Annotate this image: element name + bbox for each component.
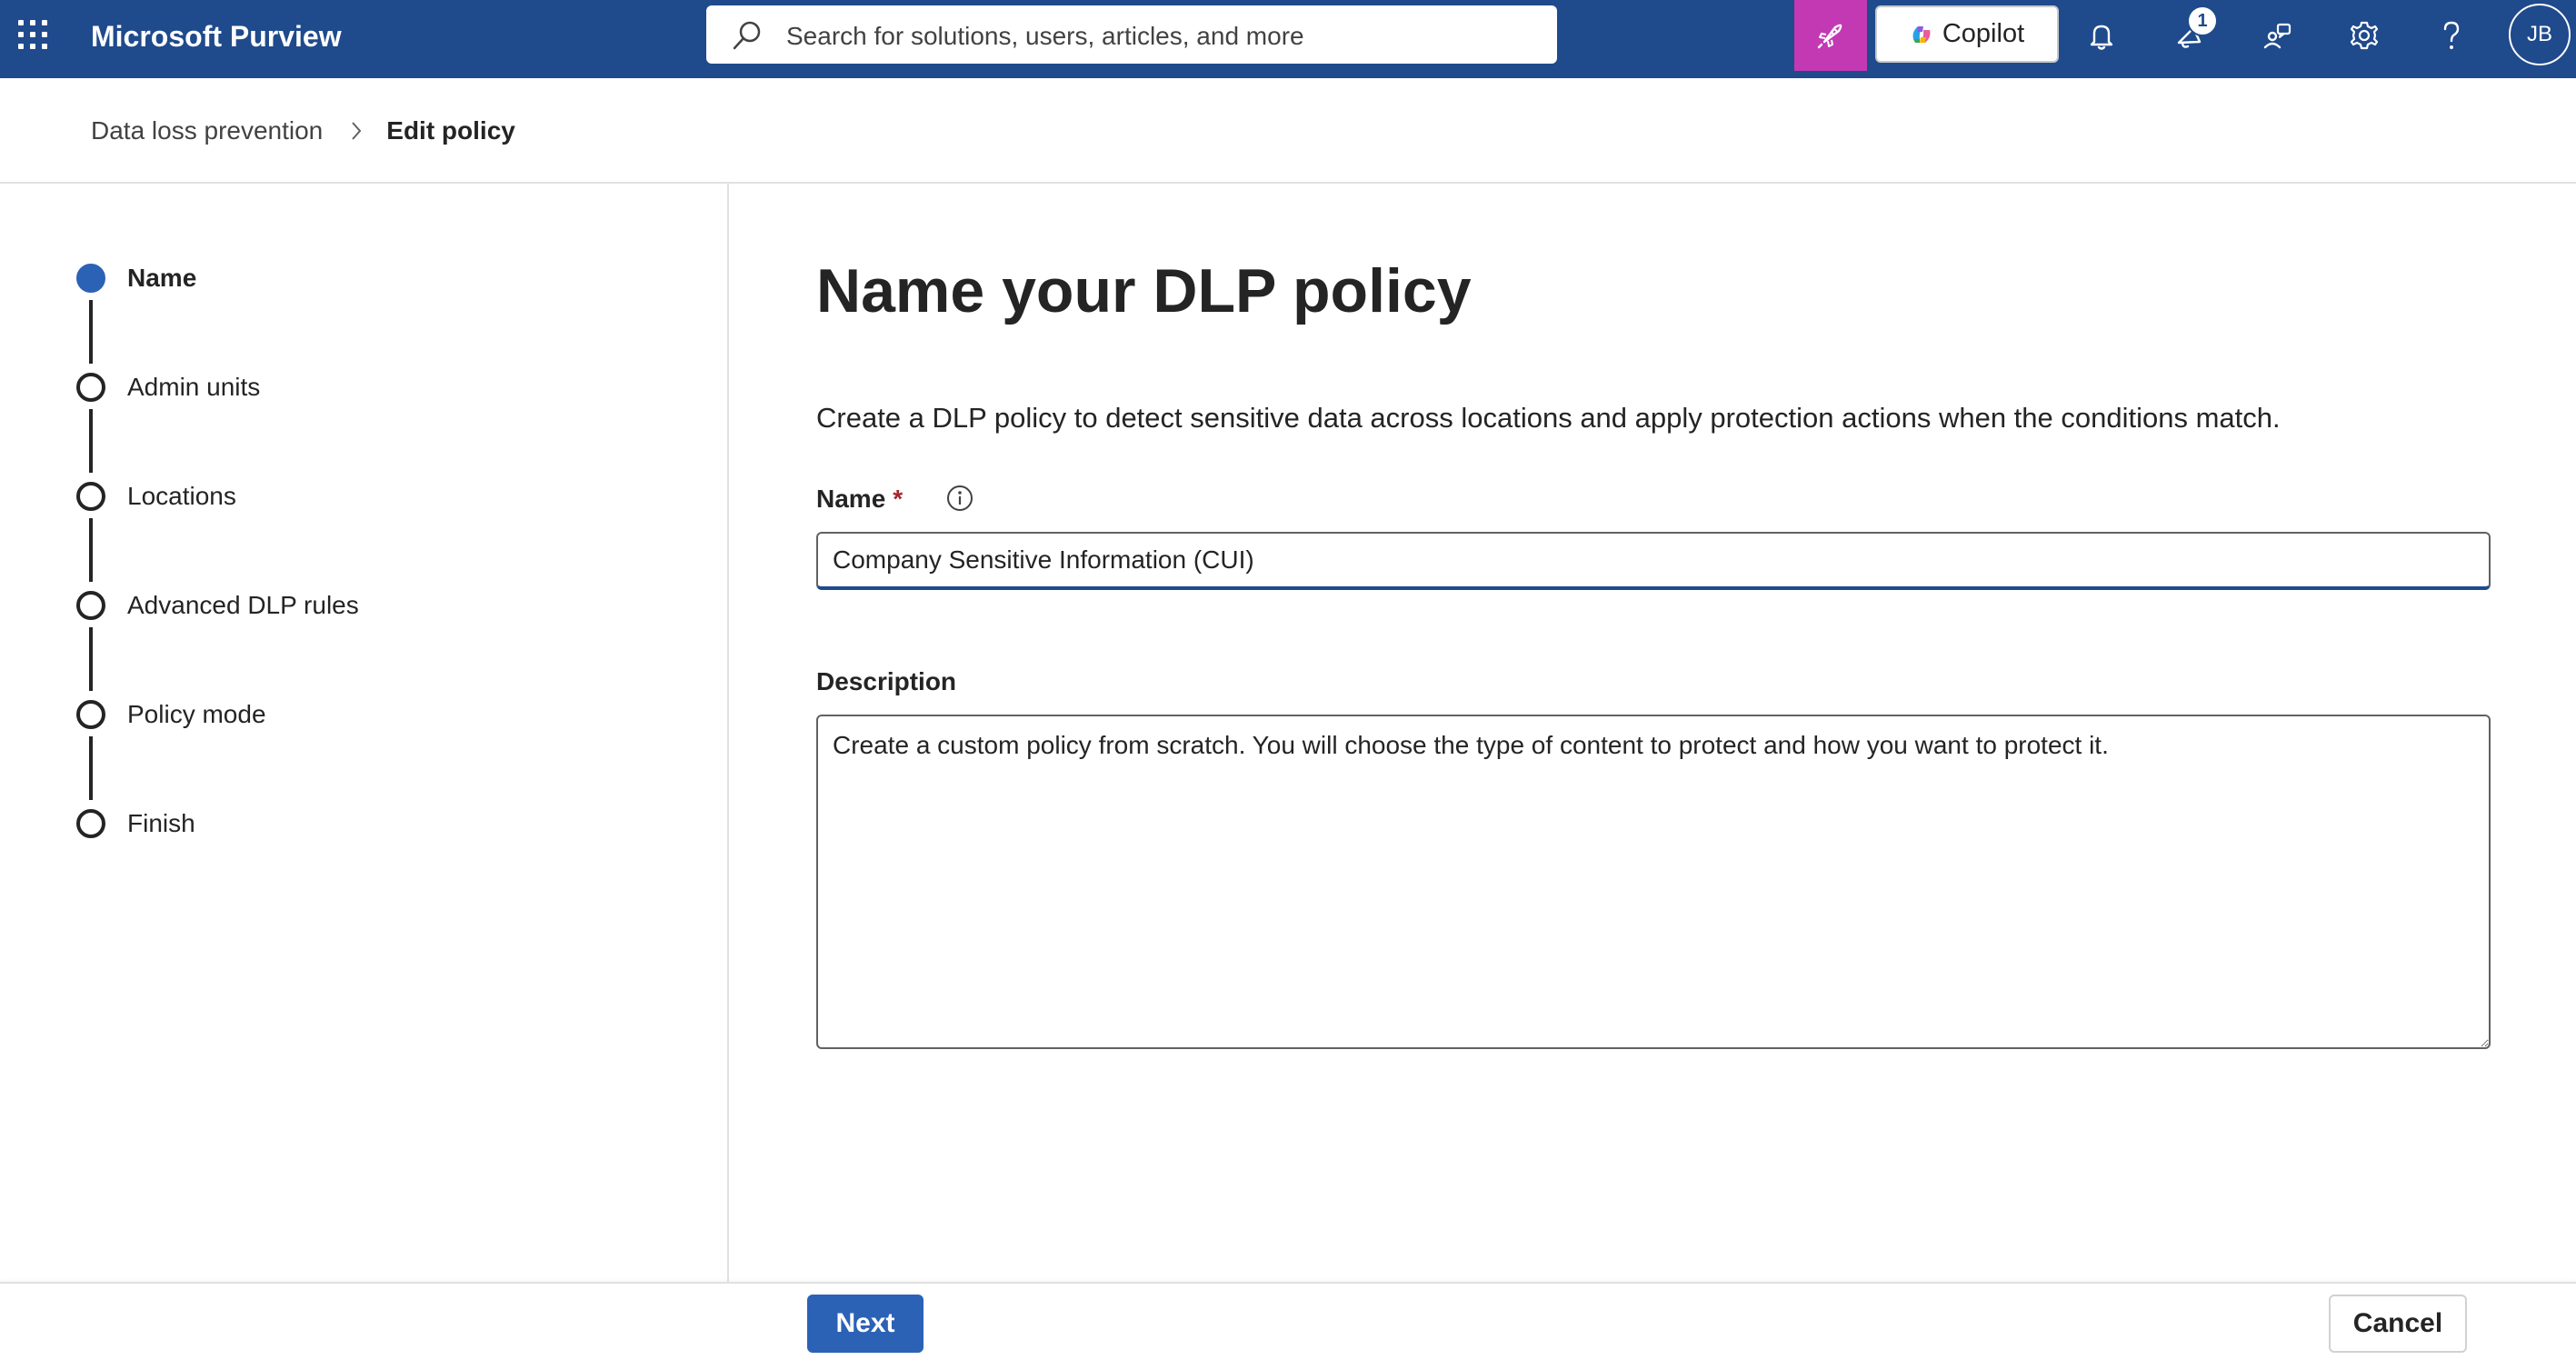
help-icon[interactable] — [2432, 16, 2471, 55]
search-box[interactable]: Search for solutions, users, articles, a… — [706, 5, 1557, 64]
breadcrumb: Data loss prevention Edit policy — [91, 113, 515, 149]
panel-divider — [727, 184, 729, 1282]
cancel-button[interactable]: Cancel — [2329, 1295, 2467, 1353]
step-label: Finish — [127, 809, 195, 837]
breadcrumb-current: Edit policy — [386, 116, 515, 145]
avatar[interactable]: JB — [2509, 4, 2571, 65]
copilot-label: Copilot — [1942, 19, 2025, 48]
chevron-right-icon — [350, 120, 363, 142]
rocket-button[interactable] — [1794, 0, 1867, 71]
step-finish[interactable]: Finish — [76, 807, 195, 840]
step-indicator-active — [76, 264, 105, 293]
header-divider — [0, 182, 2576, 184]
search-placeholder: Search for solutions, users, articles, a… — [786, 22, 1304, 50]
info-icon[interactable] — [945, 484, 974, 517]
page-title: Name your DLP policy — [816, 256, 1472, 325]
policy-description-input[interactable]: Create a custom policy from scratch. You… — [816, 715, 2491, 1049]
step-policy-mode[interactable]: Policy mode — [76, 698, 266, 731]
step-connector — [89, 736, 93, 800]
breadcrumb-link-dlp[interactable]: Data loss prevention — [91, 116, 323, 145]
rocket-icon — [1817, 24, 1842, 49]
feedback-icon[interactable] — [2258, 16, 2296, 55]
description-field-label: Description — [816, 667, 957, 695]
step-indicator — [76, 809, 105, 838]
step-label: Locations — [127, 482, 236, 510]
top-bar: Microsoft Purview Search for solutions, … — [0, 0, 2576, 78]
step-connector — [89, 518, 93, 582]
next-button[interactable]: Next — [807, 1295, 924, 1353]
step-indicator — [76, 591, 105, 620]
search-icon — [733, 21, 761, 50]
gear-icon[interactable] — [2345, 16, 2383, 55]
step-indicator — [76, 482, 105, 511]
copilot-icon — [1912, 25, 1931, 43]
step-label: Name — [127, 264, 197, 292]
name-label-text: Name — [816, 485, 886, 513]
step-label: Policy mode — [127, 700, 266, 728]
app-title[interactable]: Microsoft Purview — [91, 18, 342, 55]
step-indicator — [76, 700, 105, 729]
step-locations[interactable]: Locations — [76, 480, 236, 513]
policy-name-input[interactable] — [816, 532, 2491, 590]
footer-bar — [0, 1282, 2576, 1360]
step-admin-units[interactable]: Admin units — [76, 371, 260, 404]
notification-badge: 1 — [2187, 5, 2218, 36]
page-description: Create a DLP policy to detect sensitive … — [816, 402, 2281, 434]
step-advanced-dlp-rules[interactable]: Advanced DLP rules — [76, 589, 359, 622]
name-field-label: Name * — [816, 483, 903, 515]
step-label: Admin units — [127, 373, 261, 401]
step-connector — [89, 409, 93, 473]
bell-icon[interactable] — [2082, 16, 2121, 55]
copilot-button[interactable]: Copilot — [1875, 5, 2059, 63]
step-connector — [89, 627, 93, 691]
required-marker: * — [893, 485, 904, 513]
step-label: Advanced DLP rules — [127, 591, 359, 619]
step-name[interactable]: Name — [76, 262, 196, 295]
step-indicator — [76, 373, 105, 402]
step-connector — [89, 300, 93, 364]
app-launcher-icon[interactable] — [16, 18, 47, 49]
